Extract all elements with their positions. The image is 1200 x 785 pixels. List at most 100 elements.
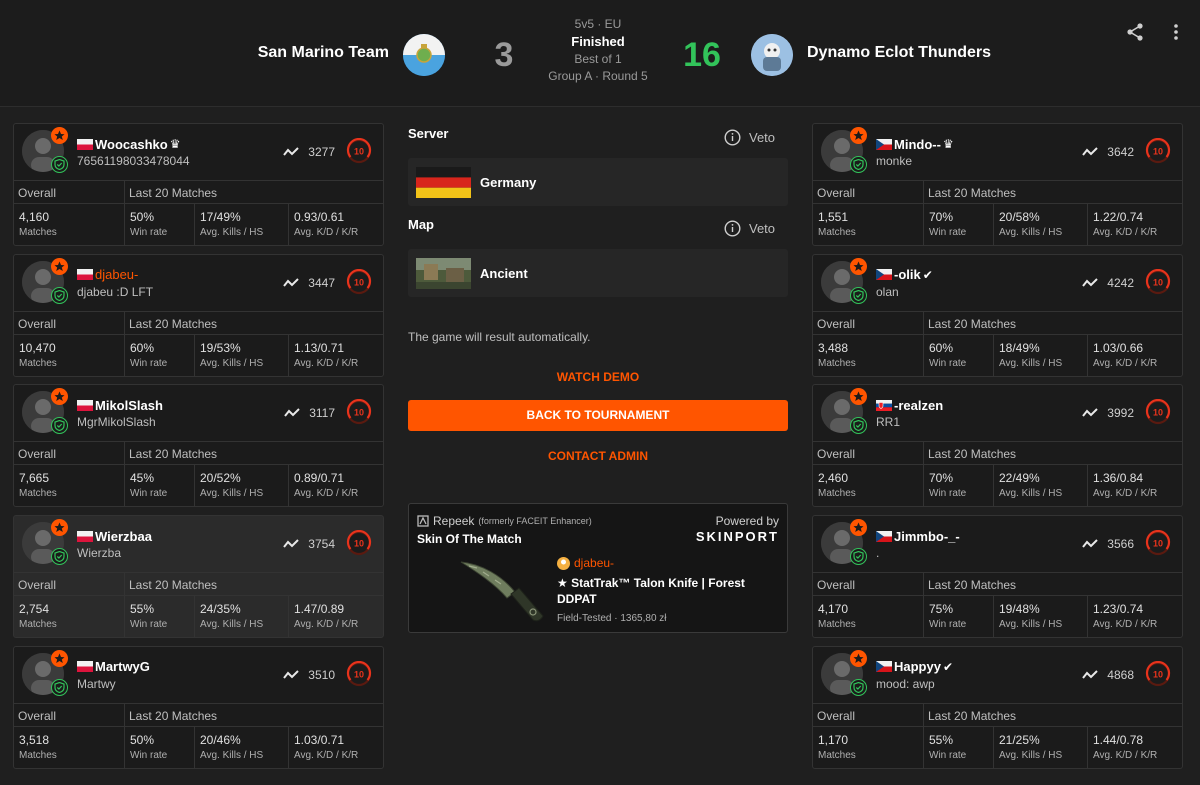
stat-kills-hs: 17/49% Avg. Kills / HS (194, 204, 288, 246)
player-name[interactable]: Happyy (894, 659, 941, 674)
kills-hs-value: 19/53% (200, 340, 241, 355)
kills-hs-value: 17/49% (200, 210, 241, 224)
winrate-label: Win rate (130, 749, 168, 761)
stat-kd-kr: 1.03/0.66 Avg. K/D / K/R (1087, 334, 1184, 377)
stat-winrate: 50% Win rate (124, 726, 194, 769)
player-card-header: Jimmbo-_- . 3566 10 (813, 516, 1182, 571)
skill-level-value: 10 (1153, 669, 1163, 679)
player-card-header: Mindo-- ♛ monke 3642 10 (813, 124, 1182, 179)
skinport-logo[interactable]: SKINPORT (696, 529, 779, 544)
map-veto-link[interactable]: Veto (724, 220, 775, 237)
kills-hs-label: Avg. Kills / HS (999, 357, 1063, 369)
stats-header-row: Overall Last 20 Matches (14, 180, 383, 204)
player-avatar-icon (557, 556, 570, 570)
elo-trend-icon (1082, 539, 1099, 548)
player-name[interactable]: Jimmbo-_- (894, 529, 960, 544)
premium-badge-icon (850, 257, 867, 275)
team1-logo[interactable] (403, 34, 445, 76)
player-subtitle: 76561198033478044 (77, 154, 190, 168)
player-card-4[interactable]: MartwyG Martwy 3510 10 Overall Last 20 M… (13, 645, 384, 769)
player-subtitle: MgrMikolSlash (77, 415, 156, 430)
kills-hs-label: Avg. Kills / HS (200, 227, 264, 238)
winrate-value: 55% (130, 602, 155, 617)
country-flag-icon (876, 269, 892, 281)
player-name-line: -realzen (876, 397, 945, 413)
player-card-2[interactable]: MikolSlash MgrMikolSlash 3117 10 Overall (13, 384, 385, 508)
skin-owner[interactable]: djabeu- (557, 556, 614, 570)
player-subtitle: mood: awp (876, 676, 935, 691)
player-card-0[interactable]: Mindo-- ♛ monke 3642 10 Overall Last 20 … (812, 123, 1183, 246)
last20-label: Last 20 Matches (129, 578, 218, 593)
repeek-branding: Repeek (formerly FACEIT Enhancer) (417, 514, 592, 528)
elo: 4868 (1082, 668, 1134, 682)
back-to-tournament-button[interactable]: BACK TO TOURNAMENT (408, 400, 788, 431)
kills-hs-label: Avg. Kills / HS (999, 227, 1063, 238)
player-subtitle: monke (876, 154, 913, 168)
country-flag-icon (876, 399, 892, 411)
kills-hs-label: Avg. Kills / HS (200, 488, 264, 500)
team1-name[interactable]: San Marino Team (258, 44, 389, 62)
player-name[interactable]: MikolSlash (95, 398, 163, 413)
more-vertical-icon[interactable] (1166, 22, 1186, 42)
skill-level-badge: 10 (346, 660, 372, 687)
player-subtitle: Martwy (77, 676, 116, 691)
player-card-4[interactable]: Happyy ✔ mood: awp 4868 10 Overall Last … (812, 645, 1183, 769)
stat-kd-kr: 0.89/0.71 Avg. K/D / K/R (288, 465, 385, 508)
player-card-2[interactable]: -realzen RR1 3992 10 Overall Last 20 Mat… (812, 384, 1183, 508)
share-icon[interactable] (1125, 22, 1145, 42)
stat-winrate: 50% Win rate (124, 204, 194, 246)
player-name[interactable]: Woocashko (95, 137, 168, 152)
matches-value: 3,518 (19, 732, 50, 747)
matches-label: Matches (19, 749, 57, 761)
skill-level-value: 10 (354, 669, 364, 679)
kills-hs-value: 20/52% (200, 471, 241, 486)
kd-kr-label: Avg. K/D / K/R (1093, 749, 1158, 761)
skin-item-name[interactable]: ★ StatTrak™ Talon Knife | Forest DDPAT (557, 575, 777, 607)
player-card-header: -olik ✔ olan 4242 10 (813, 255, 1182, 310)
map-choice: Ancient (408, 249, 788, 297)
watch-demo-link[interactable]: WATCH DEMO (408, 370, 788, 384)
stats-row: 1,170 Matches 55% Win rate 21/25% Avg. Kill… (813, 726, 1182, 769)
player-name[interactable]: MartwyG (95, 659, 150, 674)
player-name[interactable]: Mindo-- (894, 137, 941, 152)
contact-admin-link[interactable]: CONTACT ADMIN (408, 449, 788, 463)
winrate-label: Win rate (130, 488, 168, 500)
premium-badge-icon (850, 649, 867, 667)
stat-matches: 3,518 Matches (14, 727, 124, 769)
kills-hs-label: Avg. Kills / HS (999, 749, 1063, 761)
winrate-label: Win rate (929, 619, 967, 631)
elo-value: 3992 (1107, 406, 1134, 421)
team2-name[interactable]: Dynamo Eclot Thunders (807, 44, 991, 62)
player-card-header: Happyy ✔ mood: awp 4868 10 (813, 647, 1182, 702)
kills-hs-label: Avg. Kills / HS (999, 619, 1063, 631)
player-card-1[interactable]: djabeu- djabeu :D LFT 3447 10 Overall La… (13, 253, 384, 377)
player-card-1[interactable]: -olik ✔ olan 4242 10 Overall Last 20 Mat… (812, 253, 1184, 377)
player-card-3[interactable]: Jimmbo-_- . 3566 10 Overall Last 20 Matc… (812, 515, 1183, 639)
matches-label: Matches (19, 357, 57, 369)
last20-label: Last 20 Matches (928, 708, 1017, 723)
kd-kr-label: Avg. K/D / K/R (1093, 357, 1158, 369)
premium-badge-icon (51, 388, 68, 406)
stat-kills-hs: 20/58% Avg. Kills / HS (993, 204, 1087, 246)
overall-label: Overall (817, 708, 856, 723)
player-name[interactable]: djabeu- (95, 267, 138, 282)
elo: 4242 (1082, 276, 1134, 290)
kd-kr-label: Avg. K/D / K/R (294, 357, 359, 369)
player-card-3[interactable]: Wierzbaa Wierzba 3754 10 Overall Last 20… (13, 515, 384, 639)
player-name[interactable]: Wierzbaa (95, 529, 152, 544)
player-card-0[interactable]: Woocashko ♛ 76561198033478044 3277 10 Ov… (13, 123, 384, 246)
player-name[interactable]: -olik (894, 267, 921, 282)
team2-logo[interactable] (751, 34, 793, 76)
kills-hs-value: 20/46% (200, 732, 241, 747)
country-flag-icon (876, 530, 892, 542)
elo-trend-icon (283, 670, 300, 679)
player-card-header: Woocashko ♛ 76561198033478044 3277 10 (14, 124, 383, 179)
stat-winrate: 55% Win rate (923, 726, 993, 769)
elo-trend-icon (1082, 147, 1099, 156)
player-name[interactable]: -realzen (894, 398, 943, 413)
elo: 3642 (1082, 145, 1134, 159)
elo: 3566 (1082, 537, 1134, 551)
server-veto-link[interactable]: Veto (724, 129, 775, 146)
stats-row: 4,160 Matches 50% Win rate 17/49% Avg. Kill… (14, 204, 383, 246)
winrate-value: 50% (130, 210, 155, 224)
